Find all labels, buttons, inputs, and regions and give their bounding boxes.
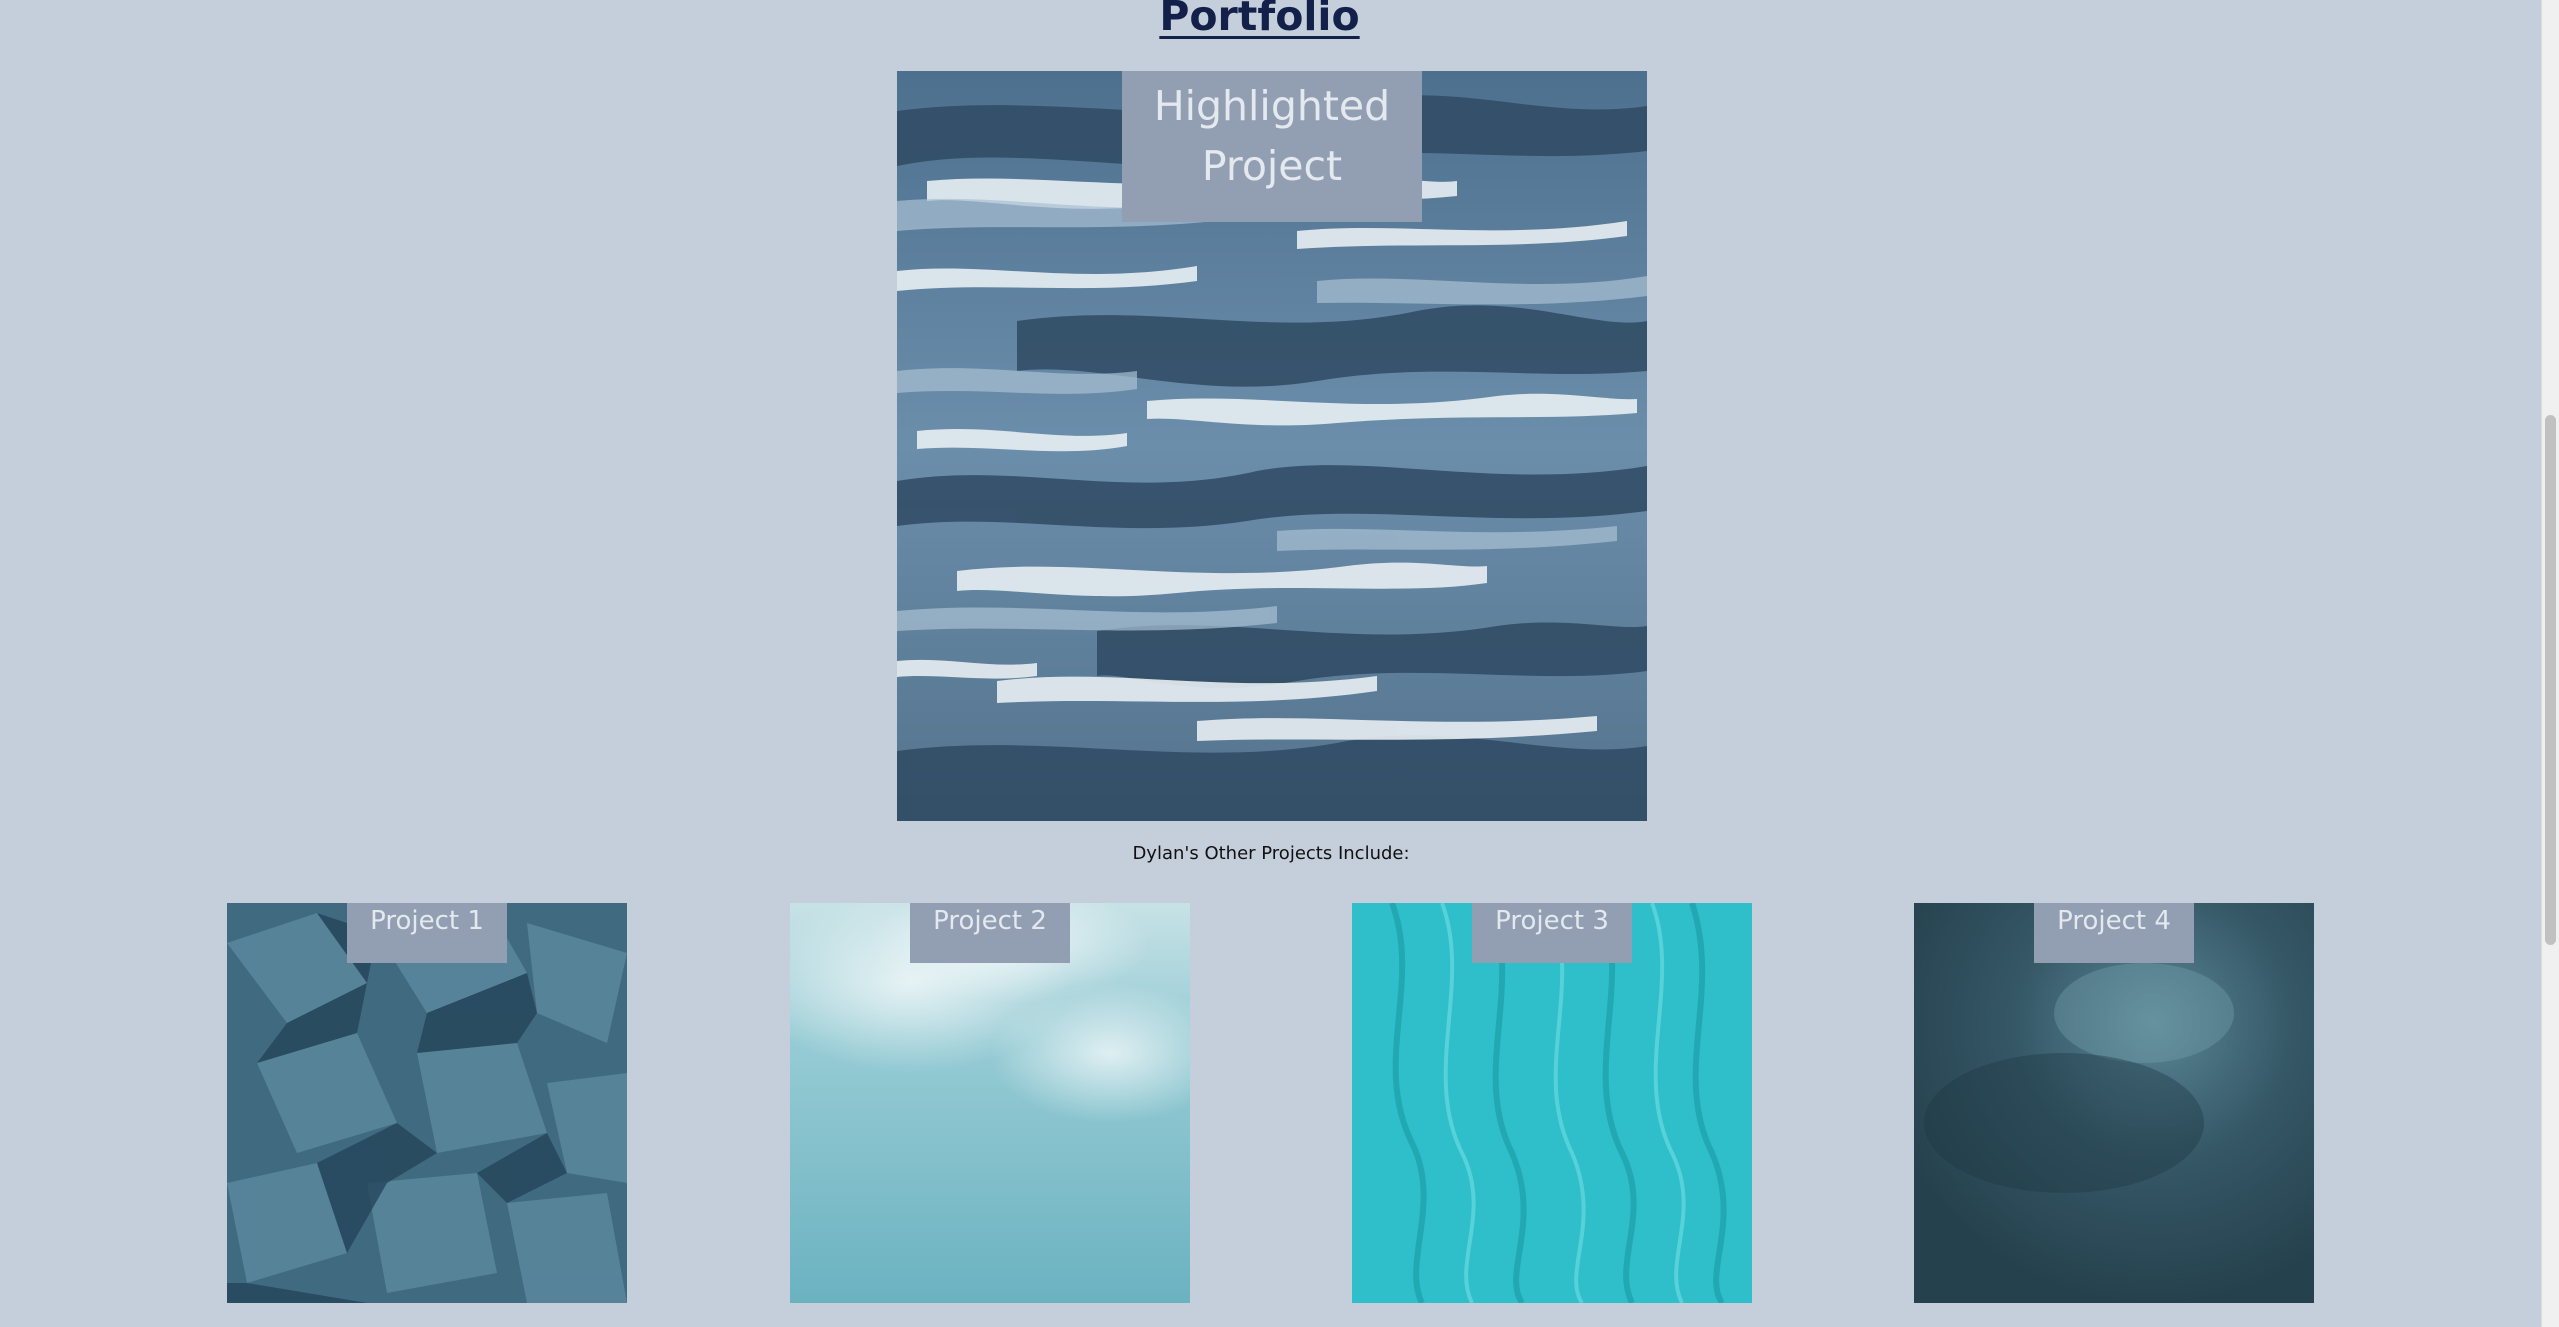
- project-4-label: Project 4: [2034, 903, 2194, 963]
- project-4-image: [1914, 903, 2314, 1303]
- project-2-image: [790, 903, 1190, 1303]
- project-2-label: Project 2: [910, 903, 1070, 963]
- project-card-1[interactable]: Project 1: [227, 903, 627, 1303]
- project-1-label: Project 1: [347, 903, 507, 963]
- highlighted-project-label: Highlighted Project: [1122, 71, 1422, 222]
- project-card-3[interactable]: Project 3: [1352, 903, 1752, 1303]
- project-card-4[interactable]: Project 4: [1914, 903, 2314, 1303]
- project-1-image: [227, 903, 627, 1303]
- highlighted-project-card[interactable]: Highlighted Project: [897, 71, 1647, 821]
- project-3-label: Project 3: [1472, 903, 1632, 963]
- other-projects-heading: Dylan's Other Projects Include:: [1132, 843, 1410, 864]
- project-3-image: [1352, 903, 1752, 1303]
- project-card-2[interactable]: Project 2: [790, 903, 1190, 1303]
- page-scrollbar[interactable]: [2541, 0, 2559, 1327]
- scrollbar-thumb[interactable]: [2545, 415, 2556, 945]
- page-title: Portfolio: [1159, 0, 1360, 40]
